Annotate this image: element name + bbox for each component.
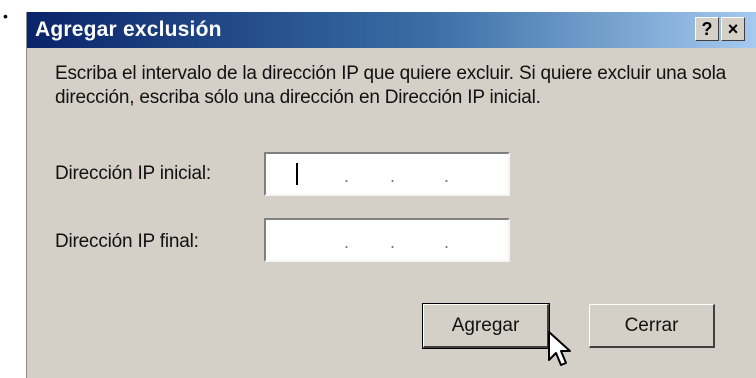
ip-separator: . — [344, 232, 350, 252]
page: • Agregar exclusión ? × Escriba el inter… — [0, 0, 756, 378]
end-ip-label: Dirección IP final: — [55, 231, 199, 252]
list-bullet: • — [3, 8, 8, 24]
ip-separator: . — [444, 232, 450, 252]
help-button[interactable]: ? — [695, 17, 719, 41]
close-button[interactable]: Cerrar — [589, 304, 715, 348]
ip-separator: . — [390, 166, 396, 186]
add-exclusion-dialog: Agregar exclusión ? × Escriba el interva… — [26, 12, 756, 378]
dialog-title: Agregar exclusión — [35, 18, 222, 41]
start-ip-input[interactable]: . . . — [264, 152, 510, 196]
start-ip-label: Dirección IP inicial: — [55, 163, 211, 184]
title-close-button[interactable]: × — [721, 17, 745, 41]
title-bar[interactable]: Agregar exclusión ? × — [27, 12, 756, 48]
ip-separator: . — [390, 232, 396, 252]
arrow-cursor-icon — [548, 331, 571, 366]
end-ip-input[interactable]: . . . — [264, 218, 510, 262]
ip-separator: . — [344, 166, 350, 186]
text-caret — [296, 163, 298, 185]
add-button[interactable]: Agregar — [422, 303, 550, 349]
instructions-text: Escriba el intervalo de la dirección IP … — [55, 63, 727, 108]
ip-separator: . — [444, 166, 450, 186]
